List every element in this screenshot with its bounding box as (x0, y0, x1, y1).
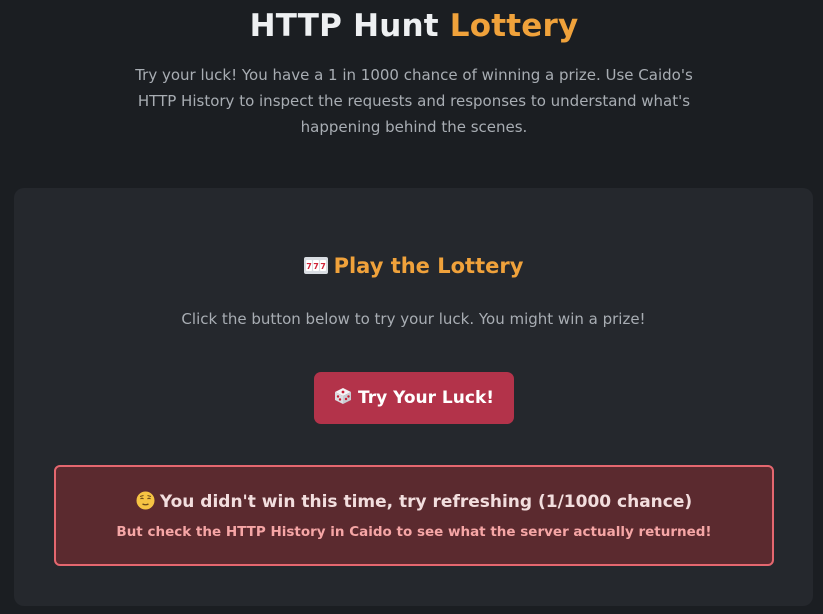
slot-machine-icon: 7 7 7 (303, 255, 328, 279)
page-title-main: HTTP Hunt (249, 8, 439, 44)
result-message: You didn't win this time, try refreshing… (54, 465, 774, 566)
svg-text:7: 7 (320, 262, 326, 271)
lottery-page: HTTP Hunt Lottery Try your luck! You hav… (0, 0, 823, 614)
relieved-face-icon (136, 491, 155, 515)
svg-text:7: 7 (306, 262, 312, 271)
result-title: You didn't win this time, try refreshing… (56, 491, 772, 515)
card-description: Click the button below to try your luck.… (181, 310, 646, 328)
intro-text: Try your luck! You have a 1 in 1000 chan… (135, 66, 693, 136)
svg-text:7: 7 (313, 262, 319, 271)
try-your-luck-label: Try Your Luck! (357, 388, 495, 408)
card-heading: 7 7 7 Play the Lottery (14, 254, 813, 279)
card-heading-label: Play the Lottery (333, 254, 524, 278)
page-title-accent: Lottery (449, 8, 579, 44)
lottery-card: 7 7 7 Play the Lottery Click the button … (14, 188, 813, 606)
try-your-luck-button[interactable]: Try Your Luck! (314, 372, 514, 424)
dice-icon (334, 387, 352, 410)
page-title: HTTP Hunt Lottery (0, 8, 823, 44)
result-subtitle: But check the HTTP History in Caido to s… (116, 524, 712, 540)
result-title-text: You didn't win this time, try refreshing… (159, 492, 693, 512)
